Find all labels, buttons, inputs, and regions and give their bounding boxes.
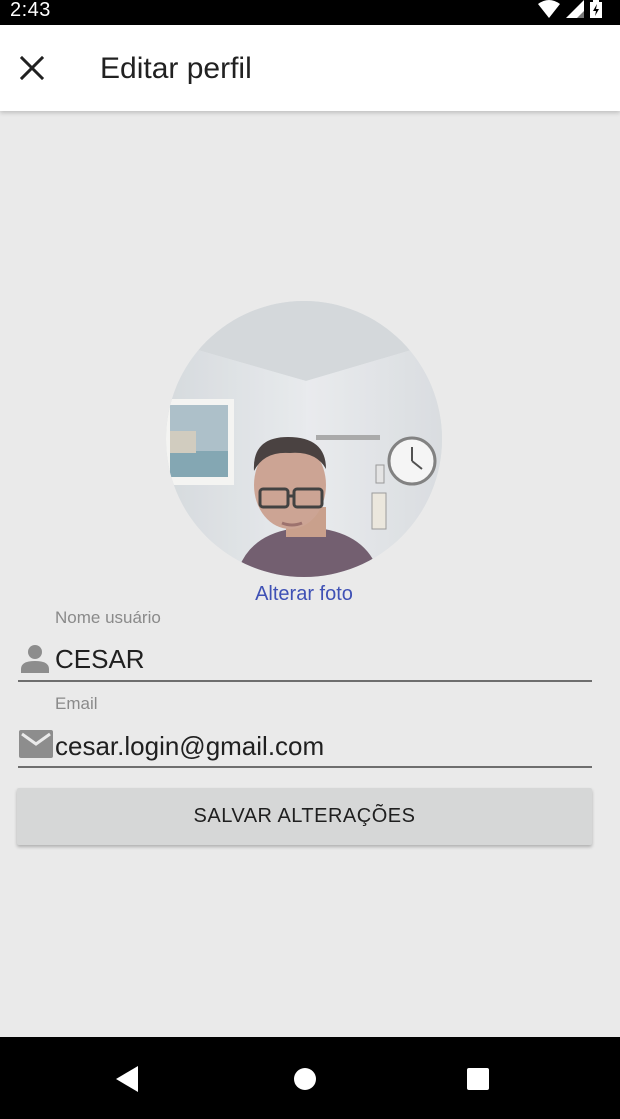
email-field[interactable] bbox=[55, 730, 585, 762]
signal-icon bbox=[566, 0, 584, 18]
recents-icon bbox=[467, 1068, 489, 1090]
back-button[interactable] bbox=[106, 1057, 150, 1101]
email-label: Email bbox=[55, 694, 98, 713]
edit-profile-content: Alterar foto Nome usuário Email SALVAR A… bbox=[0, 111, 620, 1037]
username-underline bbox=[18, 680, 592, 682]
status-icons bbox=[538, 0, 602, 18]
battery-charging-icon bbox=[590, 0, 602, 18]
mail-icon bbox=[19, 730, 53, 758]
page-title: Editar perfil bbox=[100, 52, 252, 85]
close-button[interactable] bbox=[10, 46, 54, 90]
wifi-icon bbox=[538, 0, 560, 18]
save-changes-button[interactable]: SALVAR ALTERAÇÕES bbox=[17, 788, 592, 845]
status-bar: 2:43 bbox=[0, 0, 620, 25]
username-label: Nome usuário bbox=[55, 608, 161, 627]
change-photo-link[interactable]: Alterar foto bbox=[200, 582, 408, 606]
app-bar: Editar perfil bbox=[0, 25, 620, 111]
status-time: 2:43 bbox=[10, 0, 51, 21]
profile-photo-image bbox=[166, 301, 442, 577]
username-field[interactable] bbox=[55, 643, 585, 675]
home-button[interactable] bbox=[283, 1057, 327, 1101]
recents-button[interactable] bbox=[456, 1057, 500, 1101]
profile-photo[interactable] bbox=[166, 301, 442, 577]
back-icon bbox=[116, 1066, 138, 1092]
navigation-bar bbox=[0, 1037, 620, 1119]
person-icon bbox=[21, 645, 49, 673]
home-icon bbox=[294, 1068, 316, 1090]
close-icon bbox=[20, 56, 44, 80]
email-underline bbox=[18, 766, 592, 768]
